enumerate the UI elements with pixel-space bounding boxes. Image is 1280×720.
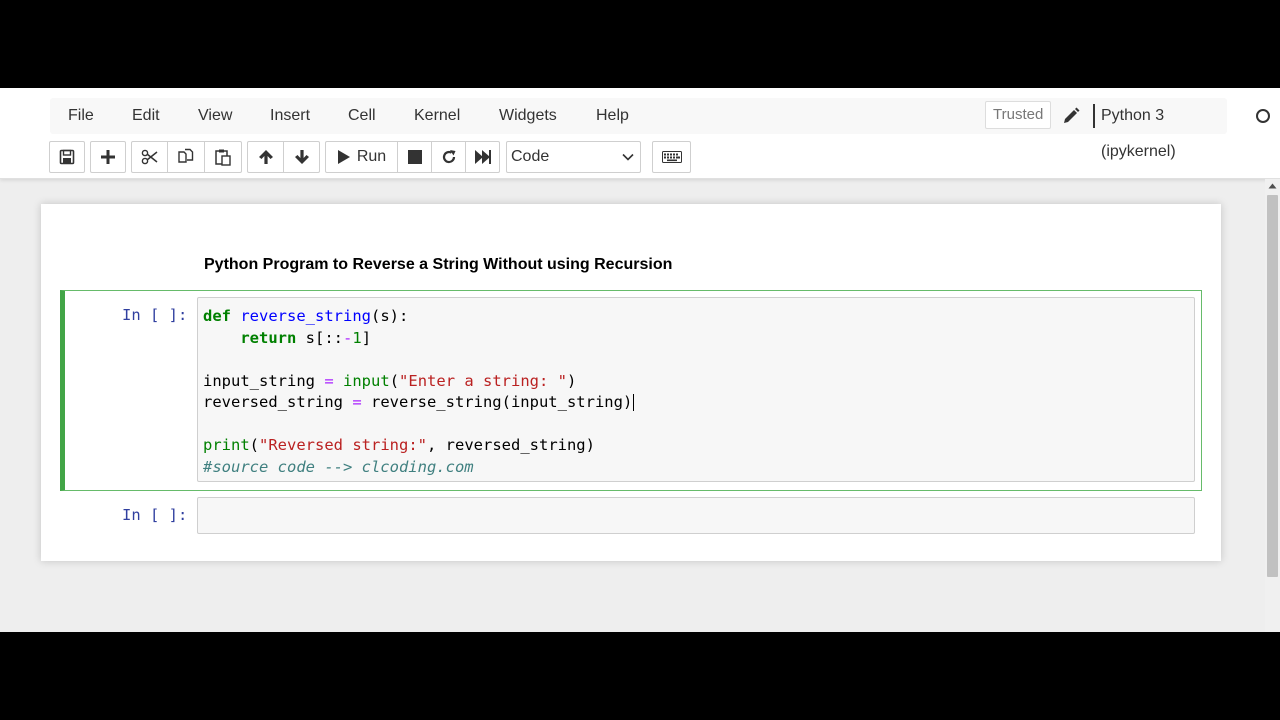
save-button[interactable] [50,142,84,172]
arrow-up-icon [258,150,273,164]
paste-button[interactable] [205,142,241,172]
restart-button[interactable] [432,142,466,172]
run-label: Run [356,148,387,165]
interrupt-button[interactable] [398,142,432,172]
kernel-idle-icon [1256,109,1270,123]
code-editor-empty[interactable] [197,497,1195,534]
code-cell-selected[interactable]: In [ ]: def reverse_string(s): return s[… [60,290,1202,491]
text-cursor [633,394,635,411]
notebook-header: File Edit View Insert Cell Kernel Widget… [0,88,1280,179]
vertical-scrollbar[interactable] [1265,179,1280,632]
code-line-4: input_string = input("Enter a string: ") [203,371,577,390]
chevron-down-icon [622,153,634,161]
menu-edit[interactable]: Edit [132,98,160,134]
trusted-badge[interactable]: Trusted [985,101,1052,129]
markdown-heading[interactable]: Python Program to Reverse a String Witho… [204,256,672,274]
input-prompt: In [ ]: [122,506,188,524]
scrollbar-thumb[interactable] [1267,195,1278,577]
insert-cell-button[interactable] [91,142,125,172]
copy-icon [178,148,194,163]
run-all-button[interactable] [466,142,499,172]
cut-button[interactable] [132,142,168,172]
toolbar-group-run: Run [325,141,500,173]
menu-widgets[interactable]: Widgets [499,98,557,134]
code-line-1: def reverse_string(s): [203,307,409,325]
run-button[interactable]: Run [326,142,398,172]
move-down-button[interactable] [284,142,319,172]
code-editor[interactable]: def reverse_string(s): return s[::-1] in… [197,297,1195,482]
fast-forward-icon [474,150,491,164]
code-line-2: return s[::-1] [240,328,372,347]
paste-icon [215,149,231,166]
save-icon [59,149,75,165]
copy-button[interactable] [168,142,205,172]
cell-type-select[interactable]: Code [506,141,641,173]
play-icon [337,150,350,164]
stop-icon [407,150,422,164]
code-line-7: print("Reversed string:", reversed_strin… [203,436,595,454]
pencil-icon[interactable] [1061,106,1081,126]
toolbar-group-clipboard [131,141,242,173]
toolbar-group-commands [652,141,691,173]
toolbar-group-insert [90,141,126,173]
kernel-name[interactable]: Python 3 (ipykernel) [1101,98,1227,160]
menu-insert[interactable]: Insert [270,98,310,134]
move-up-button[interactable] [248,142,284,172]
arrow-down-icon [294,150,309,164]
menu-help[interactable]: Help [596,98,629,134]
toolbar-group-save [49,141,85,173]
code-text[interactable]: def reverse_string(s): return s[::-1] in… [203,306,635,478]
kernel-separator [1093,104,1095,128]
notebook-container: Python Program to Reverse a String Witho… [41,204,1221,561]
menu-cell[interactable]: Cell [348,98,376,134]
cell-type-value: Code [511,148,550,165]
input-prompt: In [ ]: [122,306,188,324]
command-palette-button[interactable] [653,142,690,172]
scissors-icon [141,149,157,165]
toolbar-group-move [247,141,320,173]
code-cell-empty[interactable]: In [ ]: [60,497,1202,534]
scroll-up-arrow-icon[interactable] [1268,183,1277,189]
code-line-8: #source code --> clcoding.com [203,457,474,476]
menu-file[interactable]: File [68,98,94,134]
menu-bar: File Edit View Insert Cell Kernel Widget… [50,98,1270,160]
menu-view[interactable]: View [198,98,232,134]
restart-icon [442,150,455,164]
code-line-5: reversed_string = reverse_string(input_s… [203,393,635,411]
menu-kernel[interactable]: Kernel [414,98,460,134]
jupyter-window: File Edit View Insert Cell Kernel Widget… [0,88,1280,632]
keyboard-icon [661,151,682,163]
plus-icon [101,150,115,164]
